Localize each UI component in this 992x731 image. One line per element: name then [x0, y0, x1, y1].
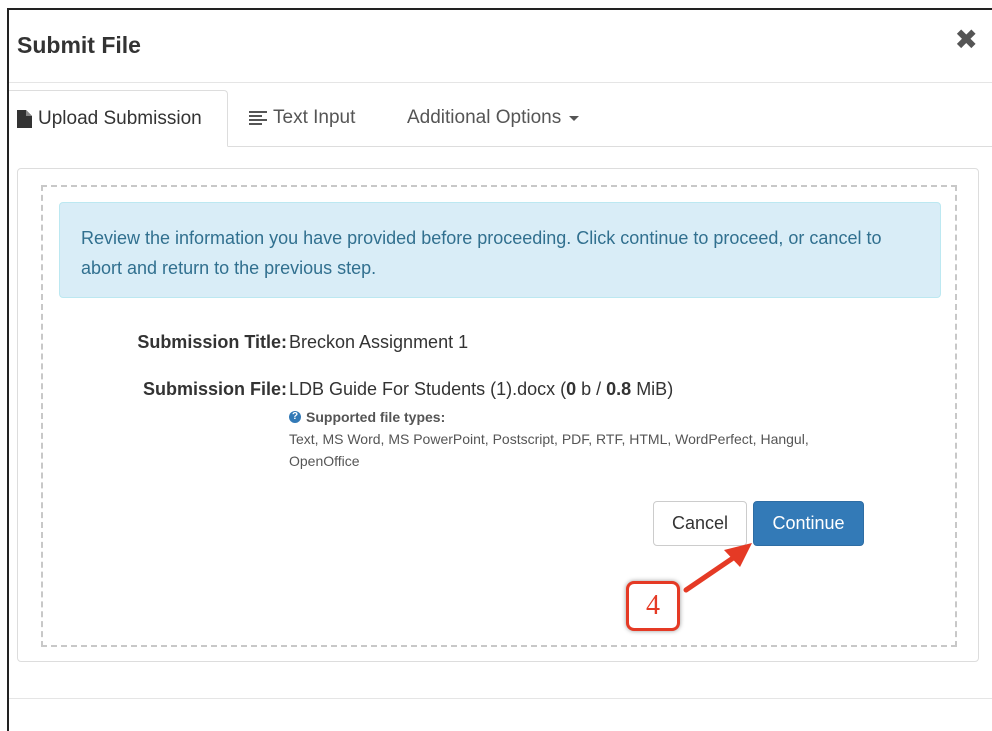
- file-size-unit: MiB): [631, 379, 674, 399]
- file-size-sep: b /: [576, 379, 607, 399]
- supported-types-help: ? Supported file types: Text, MS Word, MS…: [289, 406, 869, 472]
- align-left-icon: [249, 111, 267, 125]
- caret-down-icon: [569, 115, 580, 121]
- question-icon: ?: [289, 411, 301, 423]
- help-types: Text, MS Word, MS PowerPoint, Postscript…: [289, 431, 809, 469]
- tab-label: Upload Submission: [38, 107, 202, 129]
- tab-label: Additional Options: [407, 107, 562, 128]
- tab-label: Text Input: [273, 107, 356, 128]
- submit-file-modal: Submit File ✖ Upload Submission Text Inp…: [7, 8, 992, 731]
- modal-header: Submit File ✖: [9, 10, 992, 83]
- upload-panel: Review the information you have provided…: [17, 168, 979, 662]
- file-size-max: 0.8: [606, 379, 632, 399]
- modal-footer-divider: [9, 698, 992, 699]
- modal-title: Submit File: [17, 32, 141, 58]
- tab-text-input[interactable]: Text Input: [249, 90, 355, 146]
- tab-additional-options[interactable]: Additional Options: [407, 90, 580, 146]
- dropzone: Review the information you have provided…: [41, 185, 957, 647]
- file-name: LDB Guide For Students (1).docx (: [289, 379, 567, 399]
- step-badge: 4: [626, 581, 680, 631]
- close-icon[interactable]: ✖: [955, 26, 978, 54]
- submission-file-value: LDB Guide For Students (1).docx (0 b / 0…: [289, 379, 673, 400]
- file-size-used: 0: [566, 379, 577, 399]
- submission-file-label: Submission File:: [142, 379, 287, 399]
- tab-upload-submission[interactable]: Upload Submission: [9, 90, 228, 147]
- file-icon: [17, 109, 32, 128]
- help-heading: Supported file types:: [306, 409, 446, 425]
- submission-title-value: Breckon Assignment 1: [289, 332, 469, 352]
- cancel-button[interactable]: Cancel: [653, 501, 747, 546]
- submission-title-label: Submission Title:: [137, 332, 287, 352]
- tab-bar: Upload Submission Text Input Additional …: [9, 90, 992, 147]
- info-alert: Review the information you have provided…: [59, 202, 941, 298]
- continue-button[interactable]: Continue: [753, 501, 864, 546]
